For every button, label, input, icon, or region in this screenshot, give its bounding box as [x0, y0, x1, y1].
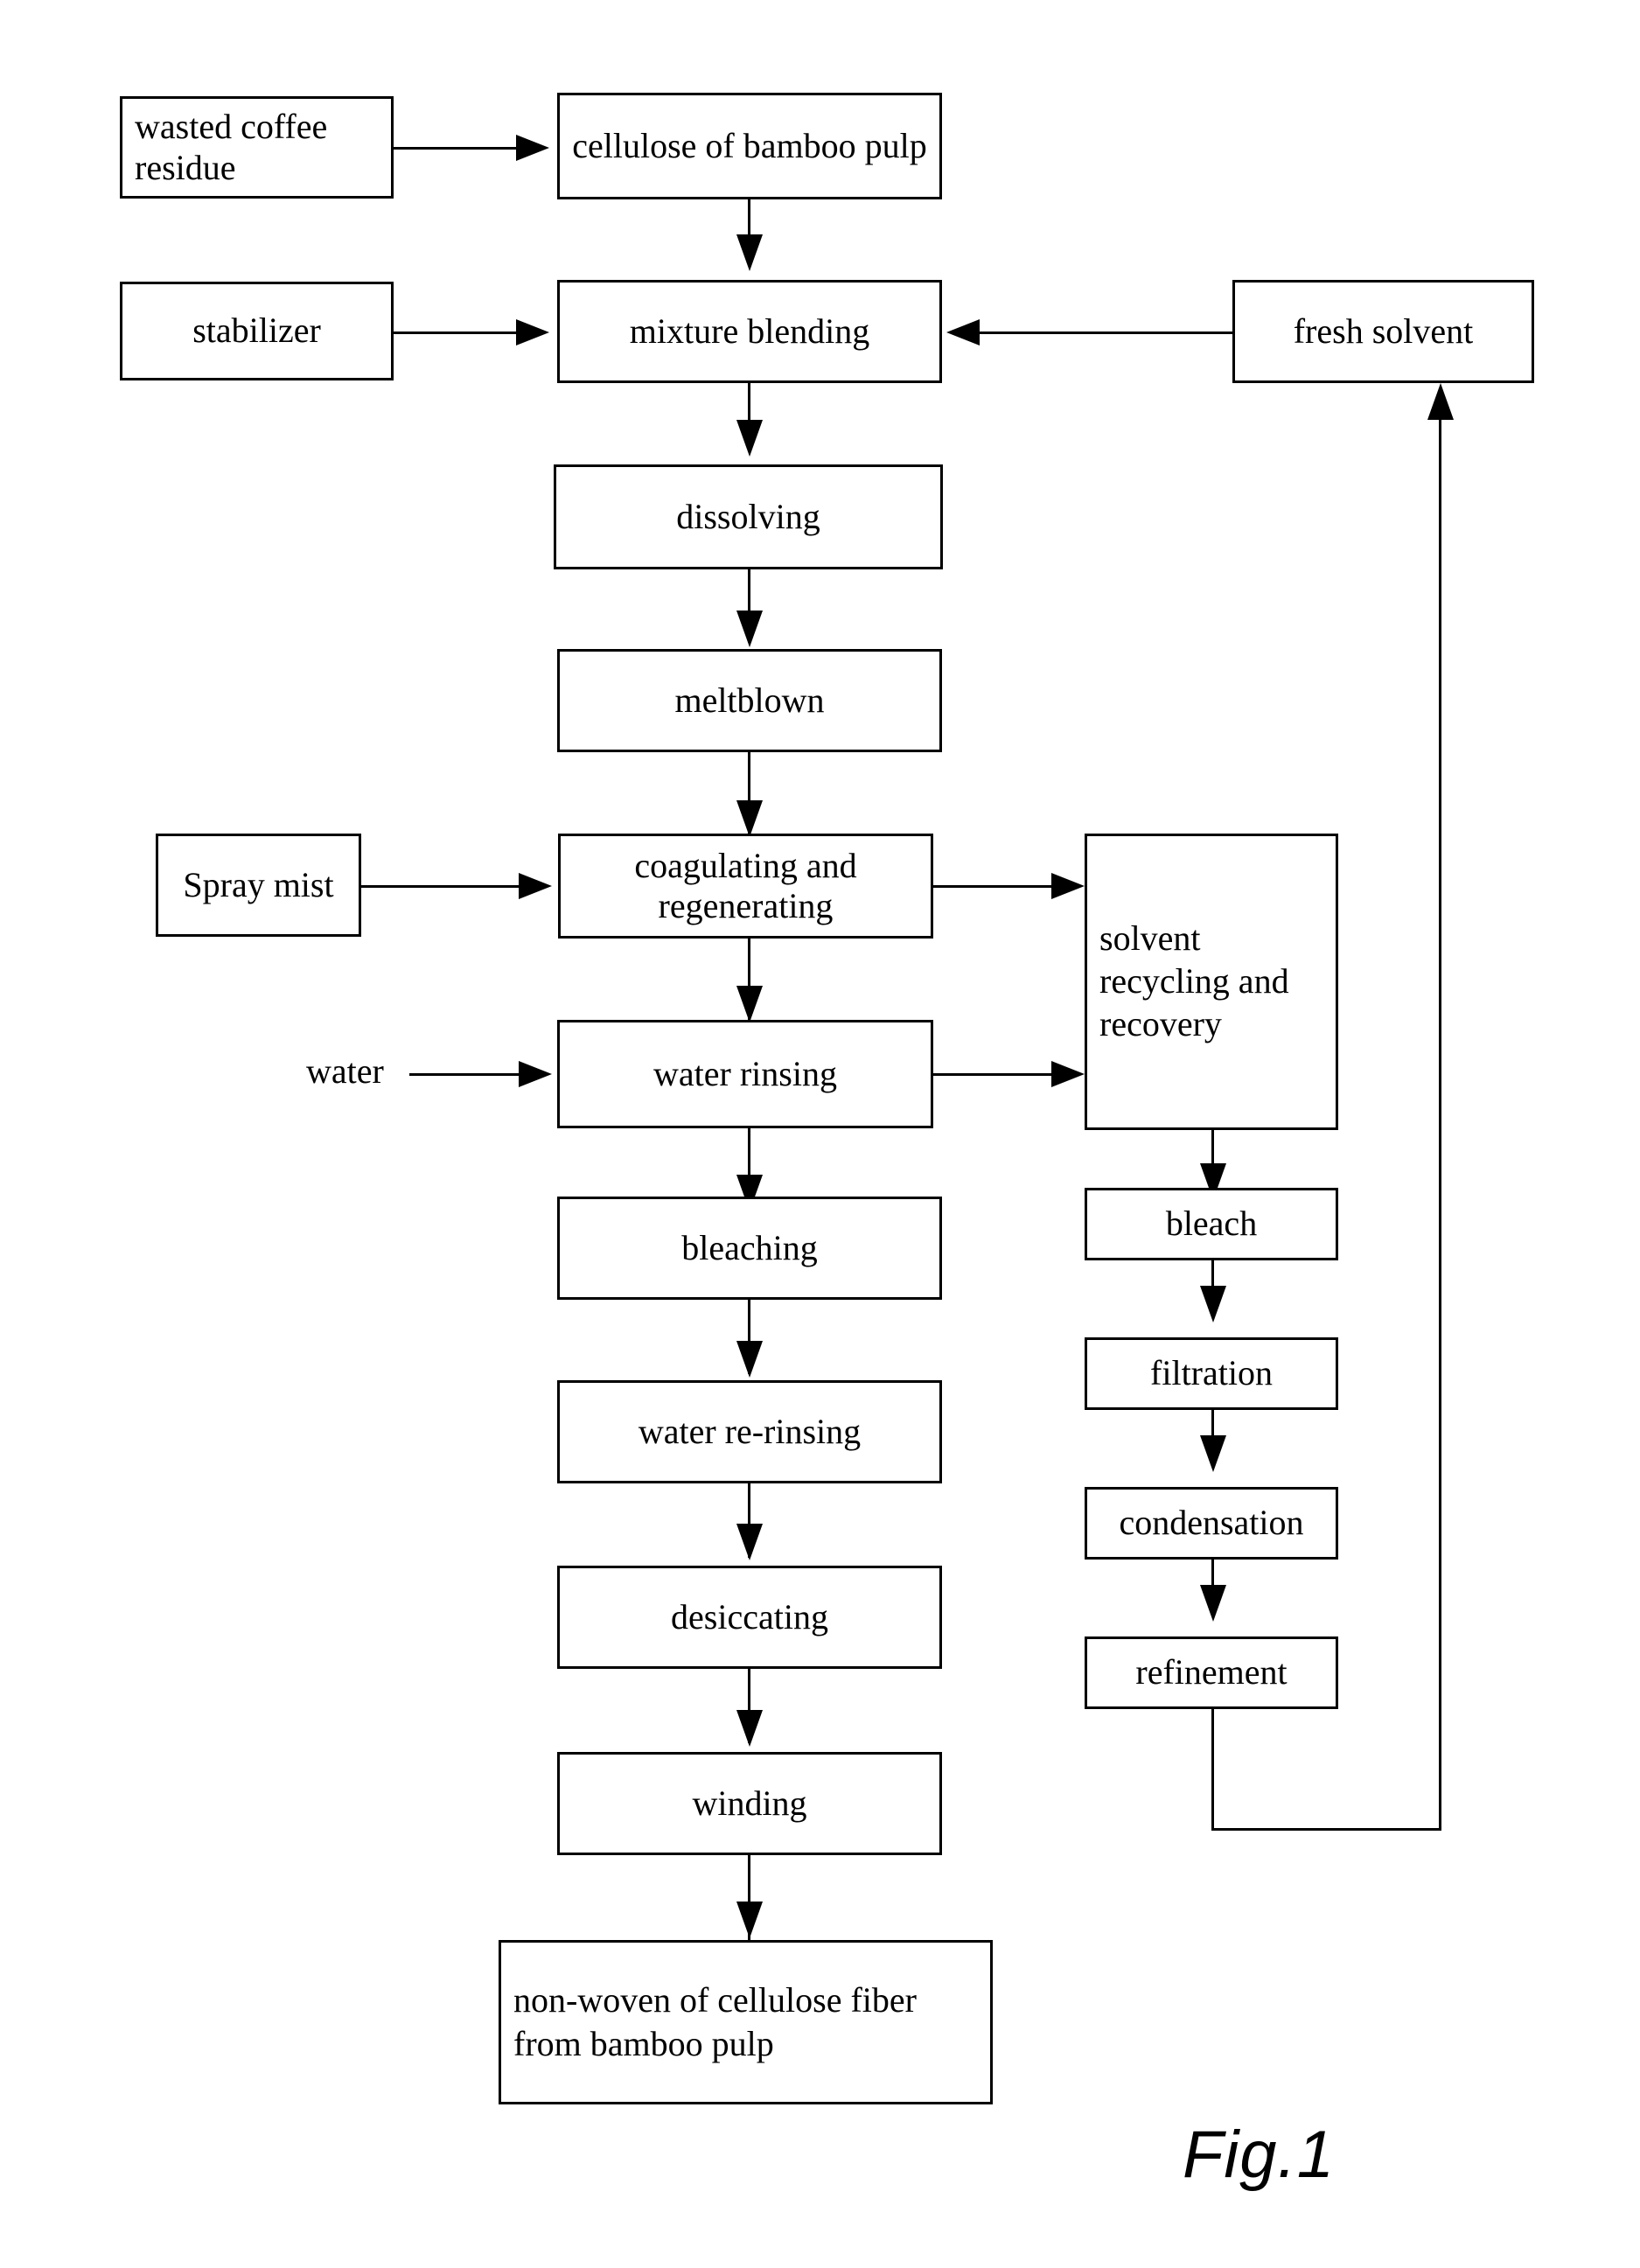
- node-label: desiccating: [671, 1596, 828, 1636]
- node-label: refinement: [1135, 1652, 1288, 1692]
- node-label: water re-rinsing: [638, 1411, 862, 1451]
- node-solvent-recycling-and-recovery: solvent recycling and recovery: [1085, 834, 1338, 1130]
- edge-line-rinsing-to-recycling: [933, 1073, 1051, 1076]
- node-wasted-coffee-residue: wasted coffee residue: [120, 96, 394, 199]
- edge-arrow-condensation-to-refinement: [1200, 1585, 1226, 1622]
- node-water-rinsing: water rinsing: [557, 1020, 933, 1128]
- node-label: stabilizer: [192, 311, 321, 351]
- node-non-woven-output: non-woven of cellulose fiber from bamboo…: [499, 1940, 993, 2104]
- node-label: fresh solvent: [1293, 311, 1474, 351]
- node-label: filtration: [1150, 1353, 1273, 1393]
- edge-arrow-winding-to-output: [736, 1902, 763, 1938]
- edge-arrow-dissolving-to-meltblown: [736, 611, 763, 647]
- node-label: mixture blending: [629, 311, 870, 351]
- node-meltblown: meltblown: [557, 649, 942, 752]
- edge-arrow-coffee-to-cellulose: [516, 135, 549, 161]
- edge-arrow-cellulose-to-blending: [736, 234, 763, 271]
- edge-line-coagulating-to-recycling: [933, 885, 1051, 888]
- edge-arrow-rerinsing-to-desiccating: [736, 1524, 763, 1560]
- node-label: bleach: [1165, 1204, 1258, 1244]
- node-refinement: refinement: [1085, 1636, 1338, 1709]
- edge-line-coffee-to-cellulose: [394, 147, 516, 150]
- edge-arrow-bleach-to-filtration: [1200, 1286, 1226, 1322]
- figure-caption: Fig.1: [1183, 2118, 1335, 2192]
- edge-arrow-coagulating-to-rinsing: [736, 986, 763, 1022]
- edge-arrow-solvent-to-blending: [946, 319, 980, 345]
- node-desiccating: desiccating: [557, 1566, 942, 1669]
- node-label: solvent recycling and recovery: [1099, 918, 1289, 1043]
- edge-arrow-desiccating-to-winding: [736, 1710, 763, 1747]
- edge-arrow-refinement-to-fresh-solvent: [1427, 383, 1454, 420]
- node-label: non-woven of cellulose fiber from bamboo…: [513, 1980, 917, 2063]
- node-label: coagulating and regenerating: [634, 845, 857, 925]
- node-coagulating-and-regenerating: coagulating and regenerating: [558, 834, 933, 939]
- edge-arrow-coagulating-to-recycling: [1051, 873, 1085, 899]
- node-label: cellulose of bamboo pulp: [572, 125, 927, 165]
- node-cellulose-of-bamboo-pulp: cellulose of bamboo pulp: [557, 93, 942, 199]
- node-label: wasted coffee residue: [135, 107, 328, 187]
- node-label: Spray mist: [183, 864, 334, 904]
- edge-arrow-meltblown-to-coagulating: [736, 800, 763, 837]
- edge-arrow-rinsing-to-recycling: [1051, 1061, 1085, 1087]
- label-water: water: [306, 1051, 384, 1091]
- node-winding: winding: [557, 1752, 942, 1855]
- edge-arrow-spraymist-to-coagulating: [519, 873, 552, 899]
- edge-loop-segment-up: [1439, 411, 1441, 1831]
- edge-arrow-blending-to-dissolving: [736, 420, 763, 457]
- edge-line-solvent-to-blending: [980, 331, 1232, 334]
- edge-line-stabilizer-to-blending: [394, 331, 516, 334]
- node-label: condensation: [1119, 1503, 1304, 1543]
- node-fresh-solvent: fresh solvent: [1232, 280, 1534, 383]
- node-label: bleaching: [681, 1227, 818, 1267]
- edge-arrow-bleaching-to-rerinsing: [736, 1341, 763, 1378]
- node-label: winding: [692, 1783, 807, 1823]
- node-bleaching: bleaching: [557, 1197, 942, 1300]
- node-filtration: filtration: [1085, 1337, 1338, 1410]
- figure-canvas: wasted coffee residue cellulose of bambo…: [0, 0, 1640, 2268]
- edge-arrow-stabilizer-to-blending: [516, 319, 549, 345]
- edge-line-spraymist-to-coagulating: [361, 885, 519, 888]
- node-spray-mist: Spray mist: [156, 834, 361, 937]
- node-mixture-blending: mixture blending: [557, 280, 942, 383]
- edge-arrow-filtration-to-condensation: [1200, 1435, 1226, 1472]
- node-bleach: bleach: [1085, 1188, 1338, 1260]
- node-label: water rinsing: [653, 1053, 837, 1093]
- edge-line-water-to-rinsing: [409, 1073, 519, 1076]
- node-dissolving: dissolving: [554, 464, 943, 569]
- node-stabilizer: stabilizer: [120, 282, 394, 380]
- edge-loop-segment-down: [1211, 1709, 1214, 1830]
- edge-arrow-water-to-rinsing: [519, 1061, 552, 1087]
- edge-loop-segment-right: [1211, 1828, 1441, 1831]
- node-condensation: condensation: [1085, 1487, 1338, 1560]
- node-label: meltblown: [674, 680, 825, 720]
- node-water-re-rinsing: water re-rinsing: [557, 1380, 942, 1483]
- node-label: dissolving: [676, 496, 820, 536]
